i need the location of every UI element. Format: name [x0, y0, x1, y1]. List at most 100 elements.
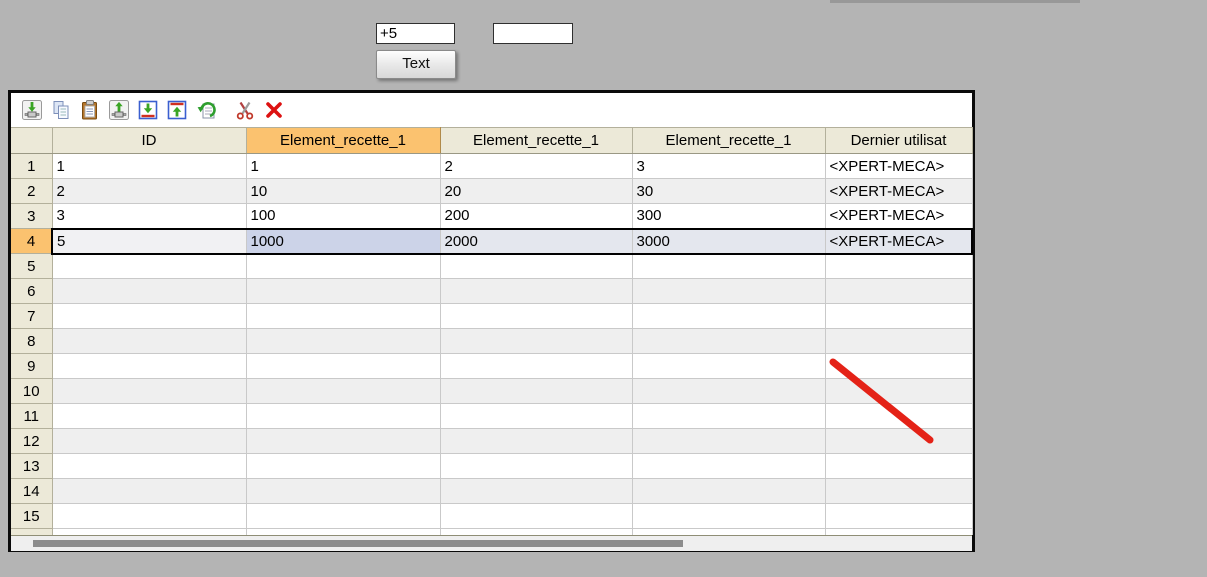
- row-header[interactable]: 11: [11, 403, 53, 429]
- grid-cell[interactable]: 30: [632, 178, 826, 204]
- row-header[interactable]: 9: [11, 353, 53, 379]
- grid-cell[interactable]: [52, 478, 247, 504]
- grid-cell[interactable]: 2: [52, 178, 247, 204]
- grid-cell[interactable]: [632, 428, 826, 454]
- grid-cell[interactable]: <XPERT-MECA>: [825, 203, 973, 229]
- grid-cell[interactable]: [632, 503, 826, 529]
- grid-cell[interactable]: [632, 253, 826, 279]
- horizontal-scrollbar[interactable]: [11, 534, 972, 551]
- row-header[interactable]: 15: [11, 503, 53, 529]
- grid-cell[interactable]: 100: [246, 203, 441, 229]
- grid-cell[interactable]: [52, 503, 247, 529]
- grid-cell[interactable]: [632, 453, 826, 479]
- grid-cell[interactable]: [246, 403, 441, 429]
- grid-cell[interactable]: [52, 303, 247, 329]
- row-header[interactable]: 7: [11, 303, 53, 329]
- row-header[interactable]: 8: [11, 328, 53, 354]
- row-header[interactable]: 3: [11, 203, 53, 229]
- grid-cell[interactable]: 3: [52, 203, 247, 229]
- grid-cell[interactable]: [52, 403, 247, 429]
- grid-cell[interactable]: [440, 478, 633, 504]
- grid-cell[interactable]: [632, 328, 826, 354]
- grid-cell[interactable]: 1: [246, 153, 441, 179]
- grid-cell[interactable]: [52, 278, 247, 304]
- grid-cell[interactable]: [246, 453, 441, 479]
- row-header[interactable]: 2: [11, 178, 53, 204]
- grid-cell[interactable]: 3000: [632, 227, 826, 255]
- grid-cell[interactable]: 2: [440, 153, 633, 179]
- grid-cell[interactable]: [440, 303, 633, 329]
- row-header[interactable]: 5: [11, 253, 53, 279]
- grid-cell[interactable]: [632, 278, 826, 304]
- grid-cell[interactable]: [246, 328, 441, 354]
- cut-icon[interactable]: [234, 99, 256, 121]
- grid-cell[interactable]: <XPERT-MECA>: [825, 178, 973, 204]
- row-header[interactable]: 6: [11, 278, 53, 304]
- grid-cell[interactable]: [52, 253, 247, 279]
- column-header[interactable]: Element_recette_1: [632, 127, 826, 154]
- grid-cell[interactable]: 1: [52, 153, 247, 179]
- copy-icon[interactable]: [50, 99, 72, 121]
- delete-icon[interactable]: [263, 99, 285, 121]
- grid-cell[interactable]: [825, 428, 973, 454]
- grid-cell[interactable]: [440, 403, 633, 429]
- grid-cell[interactable]: [246, 478, 441, 504]
- grid-cell[interactable]: 20: [440, 178, 633, 204]
- grid-cell[interactable]: [246, 428, 441, 454]
- row-header[interactable]: 12: [11, 428, 53, 454]
- grid-cell[interactable]: [246, 253, 441, 279]
- grid-cell[interactable]: [246, 353, 441, 379]
- export-from-table-icon[interactable]: [108, 99, 130, 121]
- column-header[interactable]: Element_recette_1: [440, 127, 633, 154]
- secondary-input[interactable]: [493, 23, 573, 44]
- grid-cell[interactable]: 5: [51, 227, 247, 255]
- grid-cell[interactable]: [246, 303, 441, 329]
- grid-cell[interactable]: [246, 503, 441, 529]
- grid-cell[interactable]: [825, 253, 973, 279]
- grid-cell[interactable]: [440, 328, 633, 354]
- grid-cell[interactable]: <XPERT-MECA>: [825, 227, 973, 255]
- row-header[interactable]: 14: [11, 478, 53, 504]
- grid-cell[interactable]: 10: [246, 178, 441, 204]
- grid-cell[interactable]: 1000: [246, 227, 441, 255]
- grid-cell[interactable]: [825, 503, 973, 529]
- grid-cell[interactable]: [632, 303, 826, 329]
- revert-icon[interactable]: [195, 99, 217, 121]
- grid-cell[interactable]: [825, 453, 973, 479]
- grid-cell[interactable]: [440, 278, 633, 304]
- grid-cell[interactable]: 3: [632, 153, 826, 179]
- grid-cell[interactable]: [825, 403, 973, 429]
- grid-cell[interactable]: [632, 378, 826, 404]
- grid-cell[interactable]: <XPERT-MECA>: [825, 153, 973, 179]
- grid-cell[interactable]: [246, 278, 441, 304]
- grid-cell[interactable]: [246, 378, 441, 404]
- scrollbar-thumb[interactable]: [33, 539, 683, 547]
- grid-cell[interactable]: [825, 478, 973, 504]
- step-input[interactable]: [376, 23, 455, 44]
- column-header[interactable]: Element_recette_1: [246, 127, 441, 154]
- grid-cell[interactable]: [440, 253, 633, 279]
- grid-cell[interactable]: [632, 478, 826, 504]
- insert-row-above-icon[interactable]: [166, 99, 188, 121]
- grid-cell[interactable]: [52, 378, 247, 404]
- grid-cell[interactable]: 2000: [440, 227, 633, 255]
- grid-cell[interactable]: [52, 328, 247, 354]
- row-header[interactable]: 13: [11, 453, 53, 479]
- grid-cell[interactable]: [632, 403, 826, 429]
- grid-cell[interactable]: [52, 353, 247, 379]
- grid-cell[interactable]: [440, 503, 633, 529]
- corner-cell[interactable]: [11, 127, 53, 154]
- grid-cell[interactable]: [825, 353, 973, 379]
- grid-cell[interactable]: [825, 303, 973, 329]
- grid-cell[interactable]: [52, 428, 247, 454]
- row-header[interactable]: 1: [11, 153, 53, 179]
- insert-row-below-icon[interactable]: [137, 99, 159, 121]
- grid-cell[interactable]: [825, 278, 973, 304]
- row-header[interactable]: 4: [11, 228, 53, 254]
- grid-cell[interactable]: [632, 353, 826, 379]
- import-into-table-icon[interactable]: [21, 99, 43, 121]
- paste-icon[interactable]: [79, 99, 101, 121]
- grid-cell[interactable]: [825, 328, 973, 354]
- grid-cell[interactable]: [52, 453, 247, 479]
- column-header[interactable]: ID: [52, 127, 247, 154]
